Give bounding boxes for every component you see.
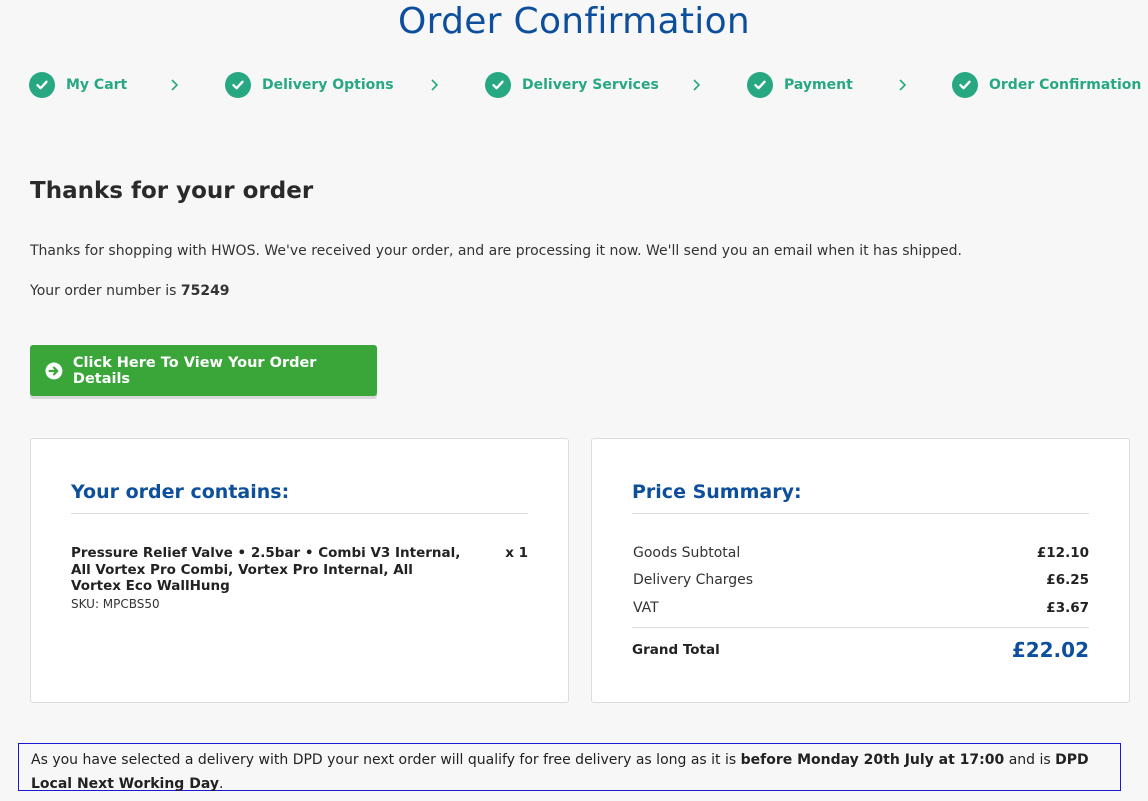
step-label: My Cart [66, 77, 128, 93]
price-value: £6.25 [1046, 572, 1089, 588]
view-order-details-label: Click Here To View Your Order Details [72, 354, 317, 387]
divider [632, 627, 1089, 628]
step-label: Order Confirmation [989, 77, 1142, 93]
price-row-delivery: Delivery Charges £6.25 [633, 572, 1089, 588]
page-title: Order Confirmation [397, 1, 751, 42]
price-value: £3.67 [1046, 600, 1089, 616]
notice-text: . [218, 776, 224, 792]
chevron-right-icon [431, 79, 439, 91]
divider [71, 513, 528, 514]
check-icon [485, 72, 511, 98]
view-order-details-button[interactable]: Click Here To View Your Order Details [30, 345, 377, 396]
grand-total-value: £22.02 [1011, 638, 1089, 662]
grand-total-row: Grand Total £22.02 [632, 638, 1089, 662]
check-icon [952, 72, 978, 98]
price-label: Delivery Charges [633, 572, 754, 588]
notice-text: As you have selected a delivery with DPD… [31, 752, 741, 768]
arrow-circle-right-icon [45, 362, 63, 379]
step-delivery-options[interactable]: Delivery Options [225, 70, 394, 100]
step-delivery-services[interactable]: Delivery Services [485, 70, 659, 100]
divider [632, 513, 1089, 514]
price-label: Goods Subtotal [633, 545, 741, 561]
checkout-steps: My Cart Delivery Options Delivery Servic… [0, 70, 1148, 100]
price-row-vat: VAT £3.67 [633, 600, 1089, 616]
step-my-cart[interactable]: My Cart [29, 70, 127, 100]
price-summary-card: Price Summary: Goods Subtotal £12.10 Del… [591, 438, 1130, 703]
order-number-line: Your order number is 75249 [30, 283, 230, 299]
notice-text: and is [1004, 752, 1056, 768]
grand-total-label: Grand Total [632, 642, 720, 658]
confirmation-message: Thanks for shopping with HWOS. We've rec… [30, 243, 962, 259]
price-label: VAT [633, 600, 659, 616]
price-summary-title: Price Summary: [632, 481, 802, 503]
order-number-prefix: Your order number is [30, 283, 181, 299]
price-row-subtotal: Goods Subtotal £12.10 [633, 545, 1089, 561]
step-label: Delivery Options [262, 77, 394, 93]
chevron-right-icon [171, 79, 179, 91]
check-icon [29, 72, 55, 98]
price-value: £12.10 [1036, 545, 1089, 561]
order-contents-card: Your order contains: Pressure Relief Val… [30, 438, 569, 703]
chevron-right-icon [899, 79, 907, 91]
order-item-sku: SKU: MPCBS50 [71, 597, 160, 611]
check-icon [747, 72, 773, 98]
chevron-right-icon [693, 79, 701, 91]
step-order-confirmation[interactable]: Order Confirmation [952, 70, 1141, 100]
order-item-quantity: x 1 [505, 545, 528, 561]
step-label: Payment [784, 77, 853, 93]
delivery-notice: As you have selected a delivery with DPD… [18, 743, 1121, 792]
thanks-heading: Thanks for your order [30, 178, 314, 204]
order-contents-title: Your order contains: [71, 481, 290, 503]
order-item-name: Pressure Relief Valve • 2.5bar • Combi V… [71, 545, 461, 594]
step-label: Delivery Services [522, 77, 659, 93]
order-number: 75249 [180, 283, 230, 299]
notice-deadline: before Monday 20th July at 17:00 [740, 752, 1005, 768]
check-icon [225, 72, 251, 98]
step-payment[interactable]: Payment [747, 70, 853, 100]
